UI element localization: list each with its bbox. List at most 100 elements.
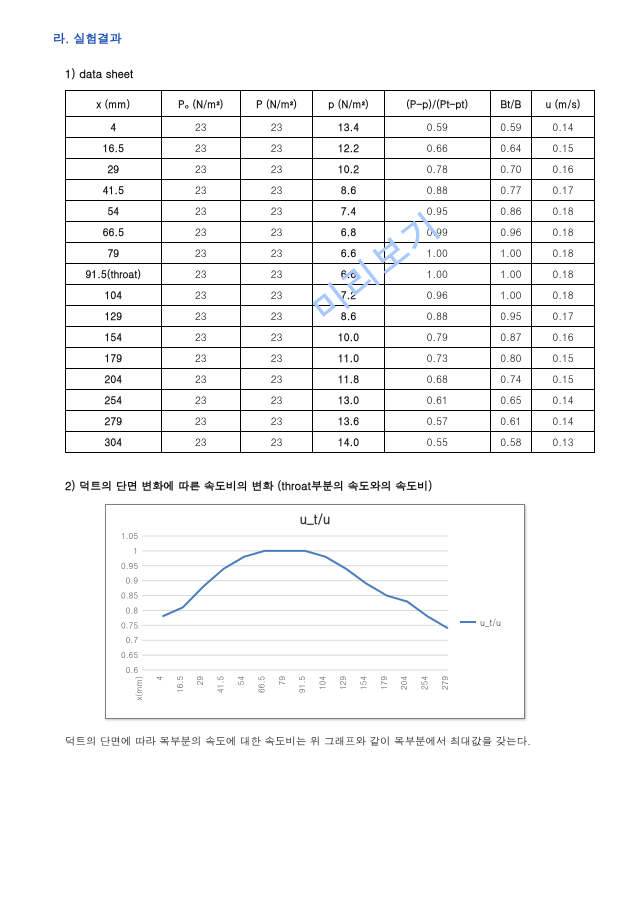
table-cell: 104 (66, 285, 162, 306)
table-cell: 23 (240, 243, 312, 264)
table-row: 254232313.00.610.650.14 (66, 390, 595, 411)
table-row: 7923236.61.001.000.18 (66, 243, 595, 264)
svg-text:129: 129 (338, 676, 349, 690)
table-cell: 66.5 (66, 222, 162, 243)
table-row: 10423237.20.961.000.18 (66, 285, 595, 306)
table-cell: 23 (240, 180, 312, 201)
svg-text:254: 254 (420, 676, 431, 690)
table-cell: 0.95 (490, 306, 531, 327)
table-cell: 23 (240, 369, 312, 390)
table-cell: 1.00 (384, 264, 490, 285)
svg-text:0.75: 0.75 (121, 620, 138, 631)
table-cell: 13.6 (313, 411, 385, 432)
table-cell: 0.18 (532, 222, 595, 243)
svg-text:104: 104 (318, 676, 329, 690)
table-cell: 23 (240, 327, 312, 348)
svg-text:0.65: 0.65 (121, 650, 138, 661)
table-cell: 23 (240, 432, 312, 453)
col-header: P (N/m²) (240, 91, 312, 117)
table-heading: 1) data sheet (65, 67, 595, 82)
table-cell: 0.57 (384, 411, 490, 432)
table-cell: 8.6 (313, 180, 385, 201)
table-row: 304232314.00.550.580.13 (66, 432, 595, 453)
table-cell: 23 (161, 159, 240, 180)
table-cell: 179 (66, 348, 162, 369)
table-cell: 23 (240, 264, 312, 285)
table-cell: 54 (66, 201, 162, 222)
table-row: 154232310.00.790.870.16 (66, 327, 595, 348)
table-cell: 0.15 (532, 138, 595, 159)
table-cell: 23 (161, 201, 240, 222)
table-cell: 23 (240, 159, 312, 180)
table-cell: 0.58 (490, 432, 531, 453)
table-cell: 254 (66, 390, 162, 411)
table-cell: 79 (66, 243, 162, 264)
table-cell: 0.17 (532, 306, 595, 327)
table-cell: 23 (161, 411, 240, 432)
table-cell: 6.8 (313, 222, 385, 243)
chart-svg: 0.60.650.70.750.80.850.90.9511.05x(mm)41… (112, 532, 452, 712)
table-cell: 1.00 (490, 243, 531, 264)
table-cell: 8.6 (313, 306, 385, 327)
col-header: Bt/B (490, 91, 531, 117)
table-cell: 91.5(throat) (66, 264, 162, 285)
svg-text:91.5: 91.5 (297, 676, 308, 693)
svg-text:79: 79 (277, 676, 288, 686)
table-cell: 23 (161, 390, 240, 411)
svg-text:x(mm): x(mm) (134, 676, 145, 701)
table-cell: 6.6 (313, 264, 385, 285)
svg-text:0.8: 0.8 (126, 605, 139, 616)
table-cell: 129 (66, 306, 162, 327)
table-cell: 0.15 (532, 348, 595, 369)
table-cell: 4 (66, 117, 162, 138)
table-cell: 0.59 (384, 117, 490, 138)
table-cell: 12.2 (313, 138, 385, 159)
table-cell: 304 (66, 432, 162, 453)
col-header: u (m/s) (532, 91, 595, 117)
svg-text:1: 1 (133, 546, 138, 557)
chart-plot-area: 0.60.650.70.750.80.850.90.9511.05x(mm)41… (112, 532, 460, 712)
table-row: 91.5(throat)23236.61.001.000.18 (66, 264, 595, 285)
table-cell: 13.4 (313, 117, 385, 138)
table-cell: 0.95 (384, 201, 490, 222)
svg-text:0.7: 0.7 (126, 635, 139, 646)
table-cell: 0.18 (532, 243, 595, 264)
table-cell: 0.87 (490, 327, 531, 348)
svg-text:0.9: 0.9 (126, 576, 139, 587)
section-heading: 라. 실험결과 (53, 30, 595, 47)
svg-text:16.5: 16.5 (175, 676, 186, 693)
table-cell: 23 (240, 201, 312, 222)
table-cell: 1.00 (384, 243, 490, 264)
table-cell: 6.6 (313, 243, 385, 264)
table-row: 5423237.40.950.860.18 (66, 201, 595, 222)
table-cell: 0.18 (532, 264, 595, 285)
table-cell: 0.14 (532, 390, 595, 411)
table-cell: 23 (161, 285, 240, 306)
table-cell: 10.2 (313, 159, 385, 180)
legend-label: u_t/u (480, 616, 501, 629)
table-cell: 23 (161, 138, 240, 159)
table-cell: 0.13 (532, 432, 595, 453)
table-cell: 23 (161, 180, 240, 201)
table-cell: 0.79 (384, 327, 490, 348)
table-cell: 23 (161, 327, 240, 348)
svg-text:154: 154 (358, 676, 369, 690)
svg-text:179: 179 (379, 676, 390, 690)
chart-container: u_t/u 0.60.650.70.750.80.850.90.9511.05x… (105, 504, 525, 719)
table-cell: 23 (161, 306, 240, 327)
table-cell: 23 (161, 222, 240, 243)
svg-text:66.5: 66.5 (256, 676, 267, 693)
table-cell: 0.66 (384, 138, 490, 159)
table-cell: 0.70 (490, 159, 531, 180)
table-row: 179232311.00.730.800.15 (66, 348, 595, 369)
table-cell: 23 (161, 117, 240, 138)
table-cell: 7.2 (313, 285, 385, 306)
svg-text:54: 54 (236, 676, 247, 686)
table-cell: 23 (161, 369, 240, 390)
table-cell: 0.17 (532, 180, 595, 201)
table-cell: 11.8 (313, 369, 385, 390)
chart-title: u_t/u (112, 509, 518, 528)
table-cell: 1.00 (490, 285, 531, 306)
table-cell: 23 (240, 390, 312, 411)
table-cell: 0.55 (384, 432, 490, 453)
